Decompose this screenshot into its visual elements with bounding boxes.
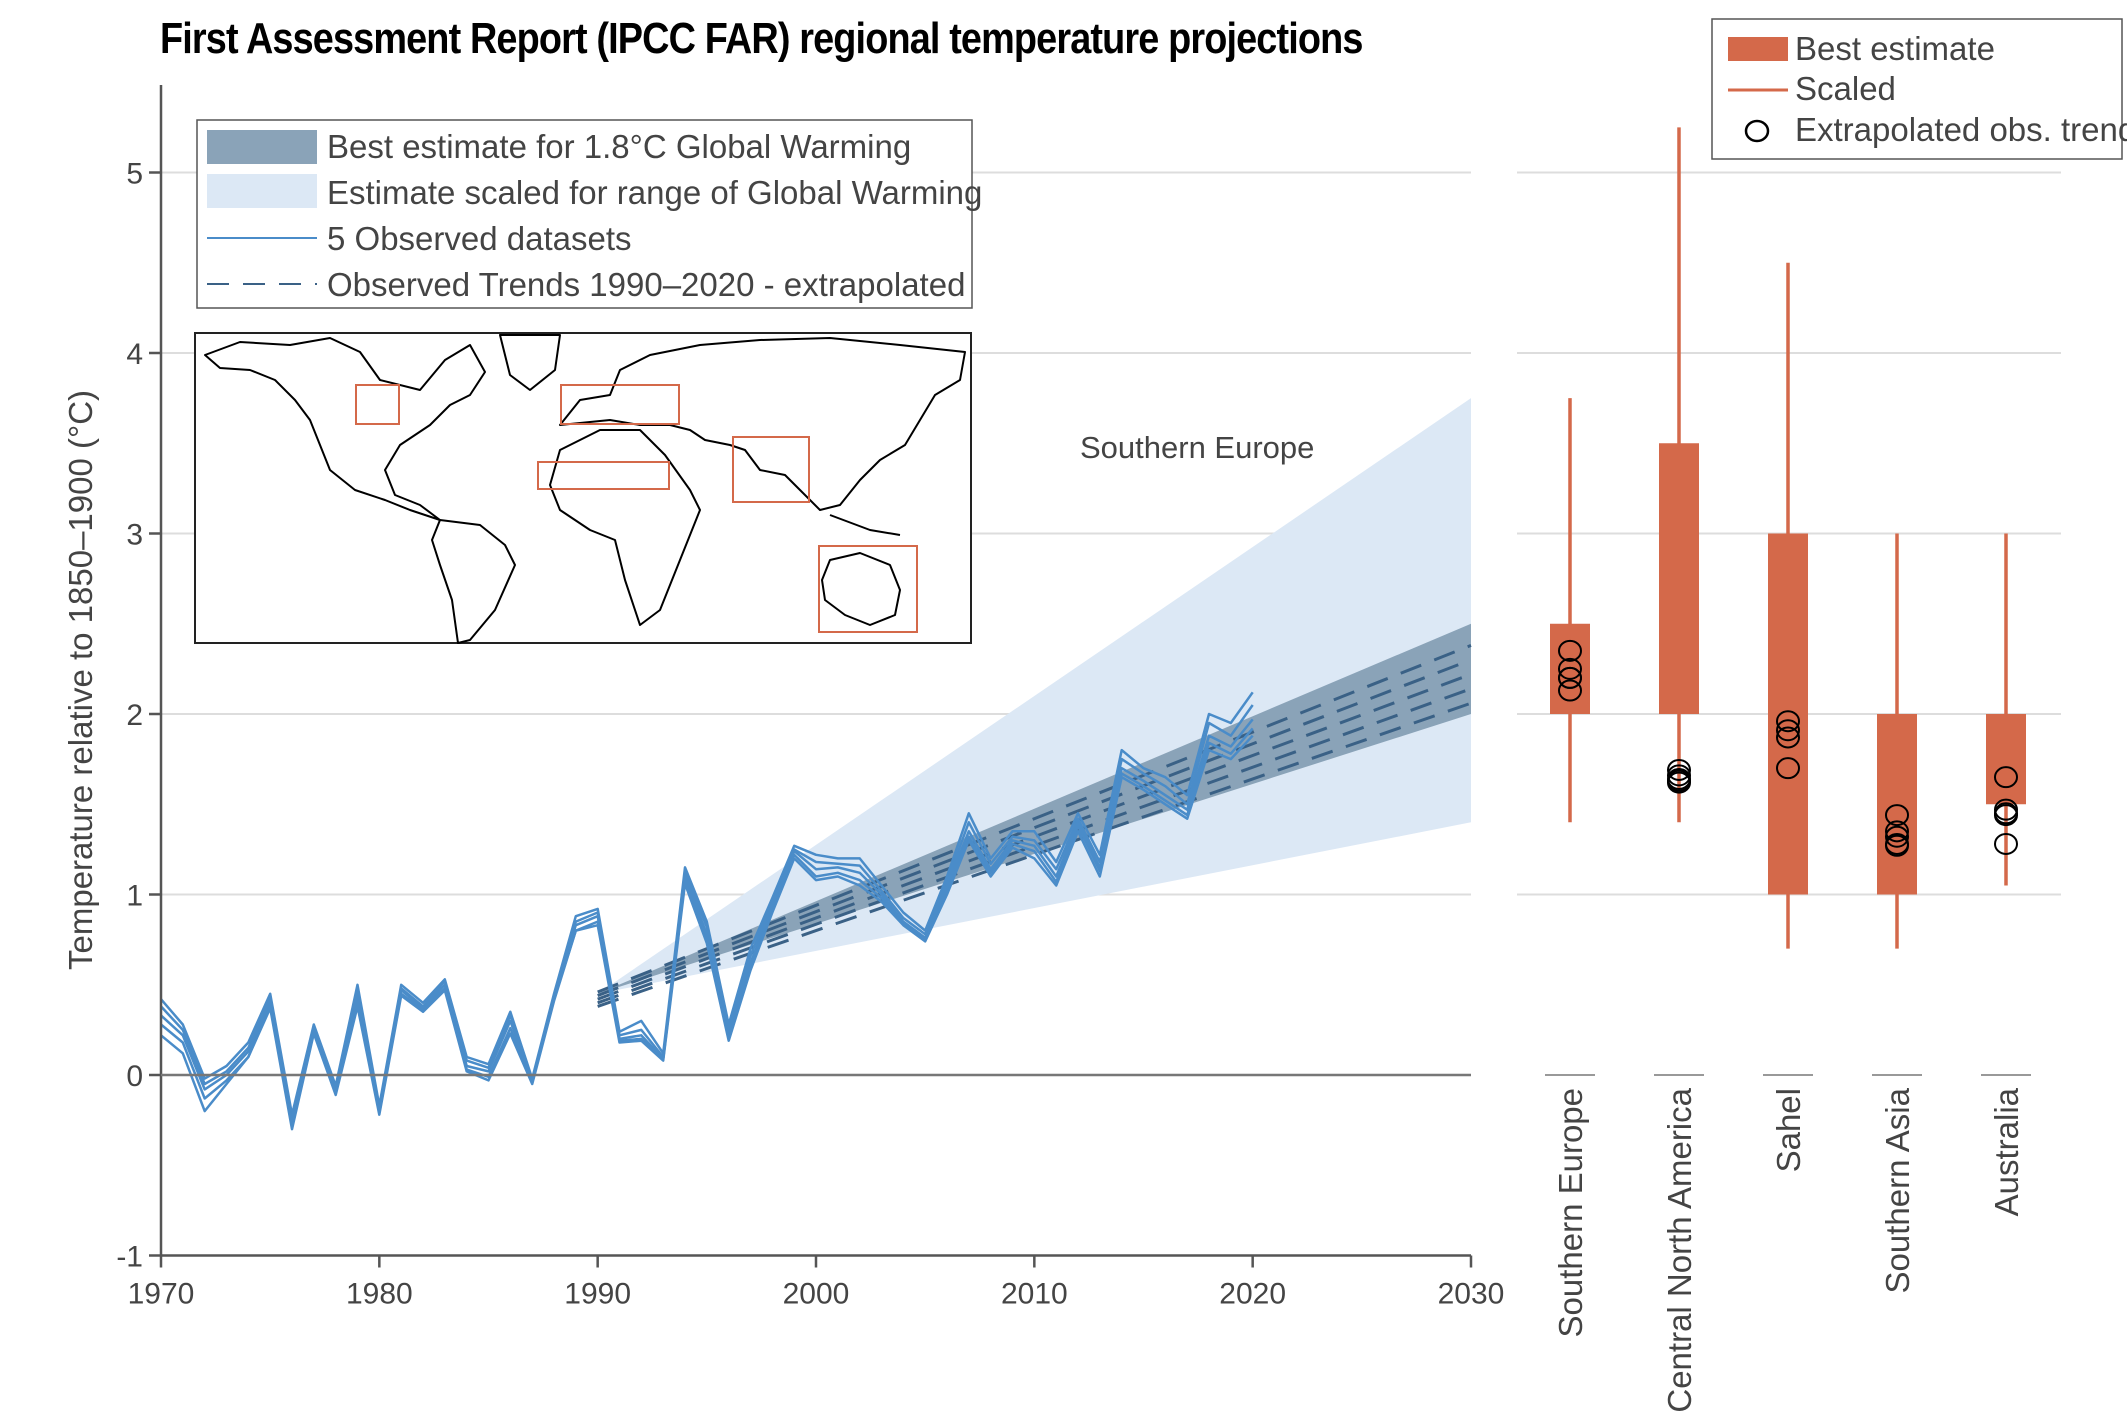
category-label: Southern Asia [1879, 1087, 1916, 1293]
legend-label-observed: 5 Observed datasets [327, 220, 632, 257]
y-tick-label: 5 [126, 158, 143, 191]
y-tick-label: 3 [126, 519, 143, 552]
box-central-north-america [1659, 127, 1699, 823]
legend-swatch-scaled [207, 174, 317, 208]
category-label: Southern Europe [1552, 1088, 1589, 1338]
x-tick-label: 2010 [1001, 1278, 1068, 1311]
legend-swatch-best-estimate [1728, 37, 1788, 61]
box-southern-europe [1550, 398, 1590, 823]
box-sahel [1768, 262, 1808, 949]
y-tick-label: 4 [126, 338, 143, 371]
region-labels: Southern Europe Central North America Sahe… [1545, 1074, 2031, 1413]
world-map-inset [194, 332, 972, 644]
x-tick-label: 1990 [564, 1278, 631, 1311]
y-tick-label: 2 [126, 699, 143, 732]
legend-swatch-best [207, 130, 317, 164]
y-tick-label: -1 [116, 1241, 143, 1274]
box-southern-asia [1877, 533, 1917, 949]
chart-svg: -1 0 1 2 3 4 5 1970 1980 1990 2000 2010 2020 2030 Sou… [62, 18, 2127, 1413]
right-legend: Best estimate Scaled Extrapolated obs. t… [1711, 18, 2127, 160]
category-label: Sahel [1770, 1088, 1807, 1172]
region-annotation: Southern Europe [1080, 430, 1314, 465]
legend-label-obs-trend: Extrapolated obs. trend [1795, 111, 2127, 148]
best-estimate-box [1659, 443, 1699, 714]
y-tick-label: 0 [126, 1060, 143, 1093]
legend-label-scaled: Scaled [1795, 70, 1896, 107]
x-tick-label: 1980 [346, 1278, 413, 1311]
box-plots [1550, 127, 2026, 949]
best-estimate-box [1986, 714, 2026, 805]
legend-label-best-estimate: Best estimate [1795, 30, 1995, 67]
box-australia [1986, 533, 2026, 886]
legend-label-best: Best estimate for 1.8°C Global Warming [327, 128, 911, 165]
category-label: Central North America [1661, 1087, 1698, 1412]
category-label: Australia [1988, 1087, 2025, 1216]
y-axis-label: Temperature relative to 1850–1900 (°C) [62, 390, 99, 970]
x-tick-label: 1970 [128, 1278, 195, 1311]
y-tick-label: 1 [126, 880, 143, 913]
x-tick-label: 2020 [1219, 1278, 1286, 1311]
legend-label-trend: Observed Trends 1990–2020 - extrapolated [327, 266, 965, 303]
x-tick-label: 2030 [1438, 1278, 1505, 1311]
left-legend: Best estimate for 1.8°C Global Warming E… [196, 119, 982, 309]
x-tick-label: 2000 [783, 1278, 850, 1311]
legend-label-scaled: Estimate scaled for range of Global Warm… [327, 174, 982, 211]
best-estimate-box [1768, 533, 1808, 895]
